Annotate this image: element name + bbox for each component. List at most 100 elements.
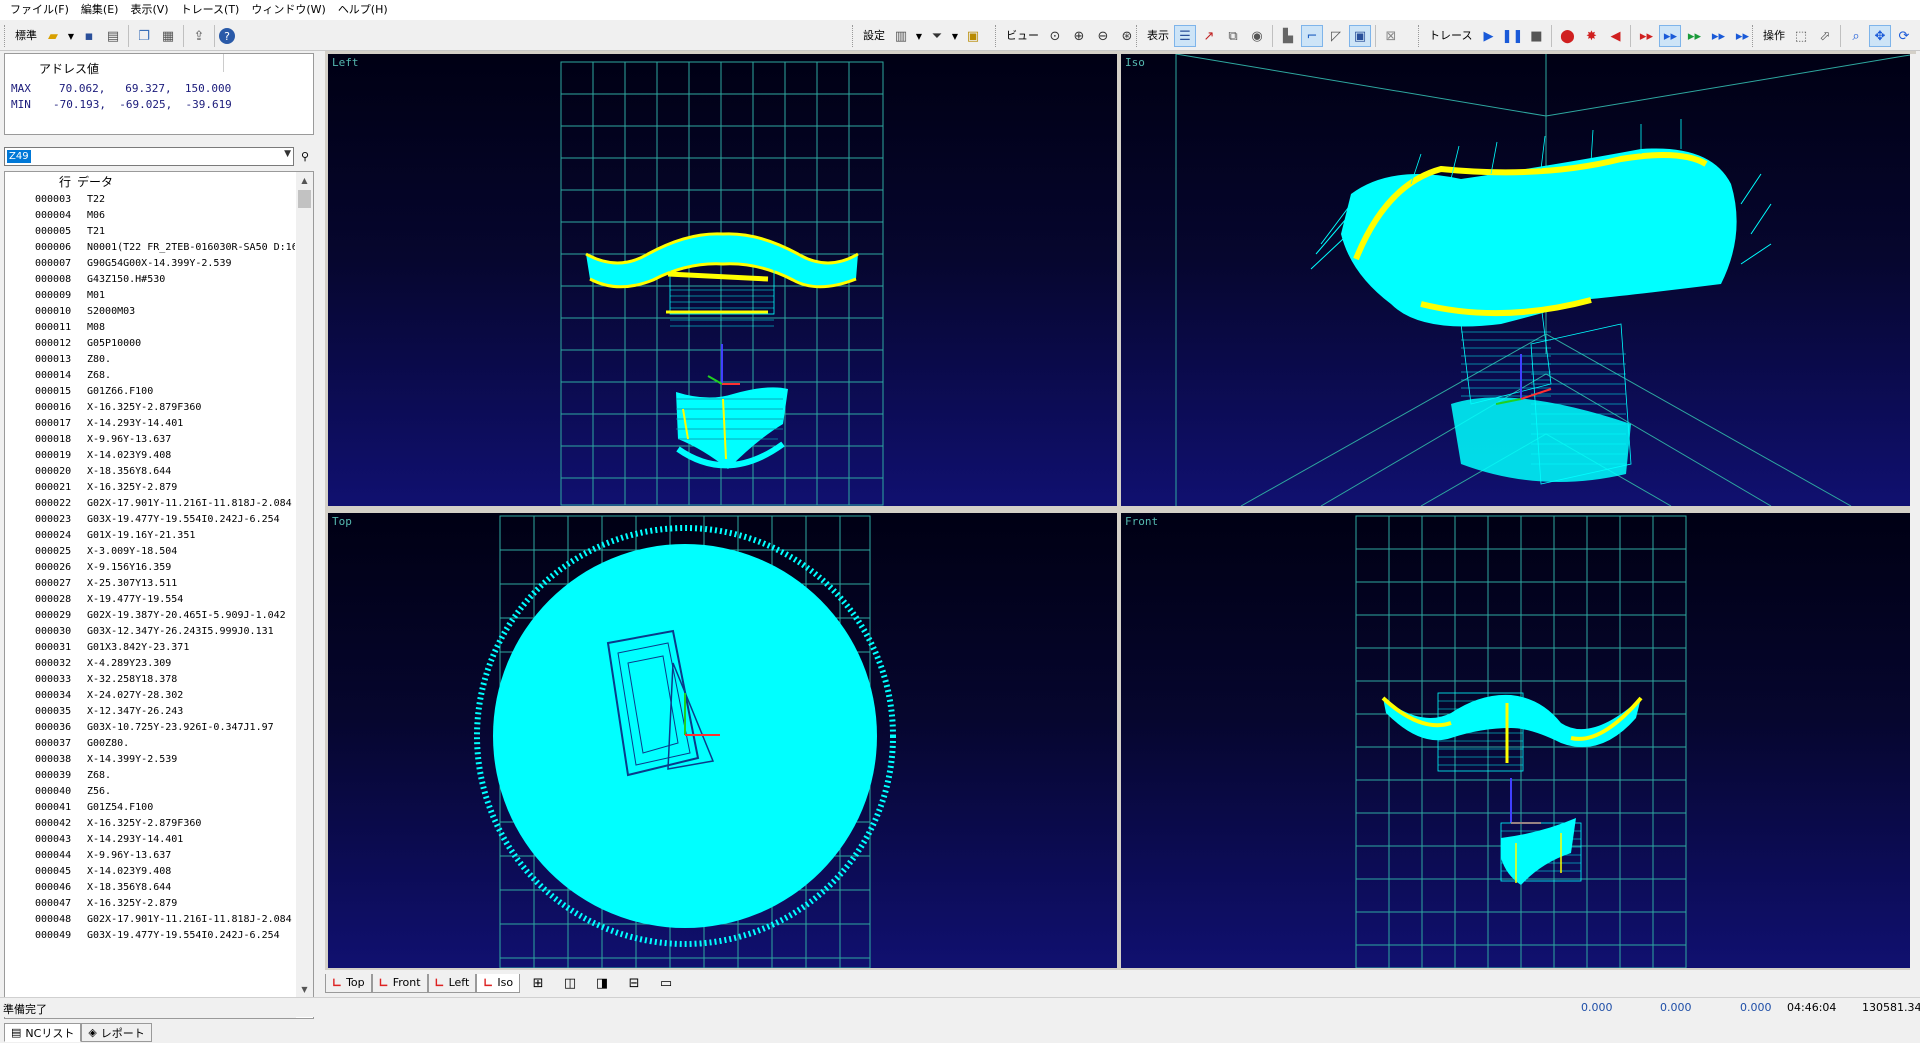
zoom-window-icon[interactable]: ⊛: [1116, 25, 1138, 47]
table-row[interactable]: 000006 N0001(T22 FR_2TEB-016030R-SA50 D:1…: [5, 240, 295, 256]
tab-view-iso[interactable]: ∟ Iso: [476, 973, 521, 993]
table-row[interactable]: 000010 S2000M03: [5, 304, 295, 320]
skip-forward-icon[interactable]: ▸▸: [1731, 25, 1753, 47]
open-folder-icon[interactable]: ▰: [42, 25, 64, 47]
table-row[interactable]: 000029 G02X-19.387Y-20.465I-5.909J-1.042: [5, 608, 295, 624]
help-icon[interactable]: ?: [219, 28, 235, 44]
pan-icon[interactable]: ✥: [1869, 25, 1891, 47]
table-row[interactable]: 000018 X-9.96Y-13.637: [5, 432, 295, 448]
split-bottom-layout-icon[interactable]: ▭: [652, 974, 680, 993]
table-row[interactable]: 000013 Z80.: [5, 352, 295, 368]
vertical-scrollbar[interactable]: ▲ ▼: [296, 172, 313, 998]
export-icon[interactable]: ▦: [157, 25, 179, 47]
tab-view-front[interactable]: ∟ Front: [371, 973, 428, 993]
table-row[interactable]: 000027 X-25.307Y13.511: [5, 576, 295, 592]
viewport-left[interactable]: Left: [328, 54, 1117, 506]
table-row[interactable]: 000031 G01X3.842Y-23.371: [5, 640, 295, 656]
tab-nclist[interactable]: ▤ NCリスト: [4, 1023, 82, 1042]
column-header-line[interactable]: 行: [5, 173, 77, 190]
fast-forward-icon[interactable]: ▸▸: [1659, 25, 1682, 47]
table-row[interactable]: 000047 X-16.325Y-2.879: [5, 896, 295, 912]
faster-forward-icon[interactable]: ▸▸: [1683, 25, 1705, 47]
arrow-icon[interactable]: ↗: [1198, 25, 1220, 47]
copy-icon[interactable]: ❐: [133, 25, 155, 47]
pointer-icon[interactable]: ⬀: [1814, 25, 1836, 47]
table-row[interactable]: 000045 X-14.023Y9.408: [5, 864, 295, 880]
select-icon[interactable]: ⬚: [1790, 25, 1812, 47]
pause-icon[interactable]: ❚❚: [1501, 25, 1524, 47]
table-row[interactable]: 000039 Z68.: [5, 768, 295, 784]
viewport-top[interactable]: Top: [328, 513, 1117, 968]
table-row[interactable]: 000026 X-9.156Y16.359: [5, 560, 295, 576]
quad-layout-icon[interactable]: ⊞: [524, 974, 552, 993]
breakpoint-clear-icon[interactable]: ✸: [1580, 25, 1602, 47]
path-icon[interactable]: ◸: [1325, 25, 1347, 47]
clear-icon[interactable]: ⊠: [1380, 25, 1402, 47]
dropdown-arrow-icon[interactable]: ▼: [950, 25, 960, 47]
step-forward-icon[interactable]: ▸▸: [1635, 25, 1657, 47]
zoom-fit-icon[interactable]: ⊙: [1044, 25, 1066, 47]
play-icon[interactable]: ▶: [1477, 25, 1499, 47]
table-row[interactable]: 000005 T21: [5, 224, 295, 240]
scroll-up-icon[interactable]: ▲: [296, 172, 313, 189]
table-row[interactable]: 000017 X-14.293Y-14.401: [5, 416, 295, 432]
menu-trace[interactable]: トレース(T): [175, 0, 246, 20]
find-button[interactable]: ⚲: [296, 147, 314, 166]
solid-icon[interactable]: ▙: [1277, 25, 1299, 47]
table-row[interactable]: 000022 G02X-17.901Y-11.216I-11.818J-2.084: [5, 496, 295, 512]
search-combo[interactable]: Z49 ▼: [4, 147, 294, 166]
rewind-icon[interactable]: ◀: [1604, 25, 1626, 47]
grid-icon[interactable]: ▣: [1349, 25, 1371, 47]
split-top-layout-icon[interactable]: ⊟: [620, 974, 648, 993]
table-row[interactable]: 000014 Z68.: [5, 368, 295, 384]
table-row[interactable]: 000033 X-32.258Y18.378: [5, 672, 295, 688]
table-row[interactable]: 000032 X-4.289Y23.309: [5, 656, 295, 672]
table-row[interactable]: 000040 Z56.: [5, 784, 295, 800]
table-row[interactable]: 000003 T22: [5, 192, 295, 208]
search-input[interactable]: Z49: [7, 150, 31, 163]
table-row[interactable]: 000038 X-14.399Y-2.539: [5, 752, 295, 768]
zoom-in-icon[interactable]: ⊕: [1068, 25, 1090, 47]
list-view-icon[interactable]: ☰: [1174, 25, 1196, 47]
table-row[interactable]: 000043 X-14.293Y-14.401: [5, 832, 295, 848]
scroll-down-icon[interactable]: ▼: [296, 981, 313, 998]
layout-icon[interactable]: ▥: [890, 25, 912, 47]
breakpoint-icon[interactable]: ⬤: [1556, 25, 1578, 47]
upload-icon[interactable]: ⇪: [188, 25, 210, 47]
dropdown-arrow-icon[interactable]: ▼: [914, 25, 924, 47]
table-row[interactable]: 000042 X-16.325Y-2.879F360: [5, 816, 295, 832]
table-row[interactable]: 000011 M08: [5, 320, 295, 336]
menu-edit[interactable]: 編集(E): [75, 0, 125, 20]
zoom-icon[interactable]: ⌕: [1845, 25, 1867, 47]
table-row[interactable]: 000009 M01: [5, 288, 295, 304]
table-row[interactable]: 000041 G01Z54.F100: [5, 800, 295, 816]
viewport-iso[interactable]: Iso: [1121, 54, 1913, 506]
table-row[interactable]: 000023 G03X-19.477Y-19.554I0.242J-6.254: [5, 512, 295, 528]
menu-view[interactable]: 表示(V): [124, 0, 174, 20]
dropdown-arrow-icon[interactable]: ▼: [66, 25, 76, 47]
table-row[interactable]: 000021 X-16.325Y-2.879: [5, 480, 295, 496]
table-row[interactable]: 000035 X-12.347Y-26.243: [5, 704, 295, 720]
camera-icon[interactable]: ◉: [1246, 25, 1268, 47]
table-row[interactable]: 000028 X-19.477Y-19.554: [5, 592, 295, 608]
table-row[interactable]: 000012 G05P10000: [5, 336, 295, 352]
split-right-layout-icon[interactable]: ◨: [588, 974, 616, 993]
fastest-forward-icon[interactable]: ▸▸: [1707, 25, 1729, 47]
table-row[interactable]: 000037 G00Z80.: [5, 736, 295, 752]
menu-file[interactable]: ファイル(F): [4, 0, 75, 20]
menu-window[interactable]: ウィンドウ(W): [245, 0, 331, 20]
viewport-front[interactable]: Front: [1121, 513, 1913, 968]
table-row[interactable]: 000020 X-18.356Y8.644: [5, 464, 295, 480]
stop-icon[interactable]: ■: [1525, 25, 1547, 47]
table-row[interactable]: 000044 X-9.96Y-13.637: [5, 848, 295, 864]
properties-icon[interactable]: ▣: [962, 25, 984, 47]
table-row[interactable]: 000019 X-14.023Y9.408: [5, 448, 295, 464]
tab-report[interactable]: ◈ レポート: [81, 1023, 152, 1042]
table-row[interactable]: 000024 G01X-19.16Y-21.351: [5, 528, 295, 544]
column-header-data[interactable]: データ: [77, 173, 113, 190]
table-row[interactable]: 000015 G01Z66.F100: [5, 384, 295, 400]
table-row[interactable]: 000016 X-16.325Y-2.879F360: [5, 400, 295, 416]
print-icon[interactable]: ▤: [102, 25, 124, 47]
table-row[interactable]: 000025 X-3.009Y-18.504: [5, 544, 295, 560]
toolpath-icon[interactable]: ⌐: [1301, 25, 1323, 47]
